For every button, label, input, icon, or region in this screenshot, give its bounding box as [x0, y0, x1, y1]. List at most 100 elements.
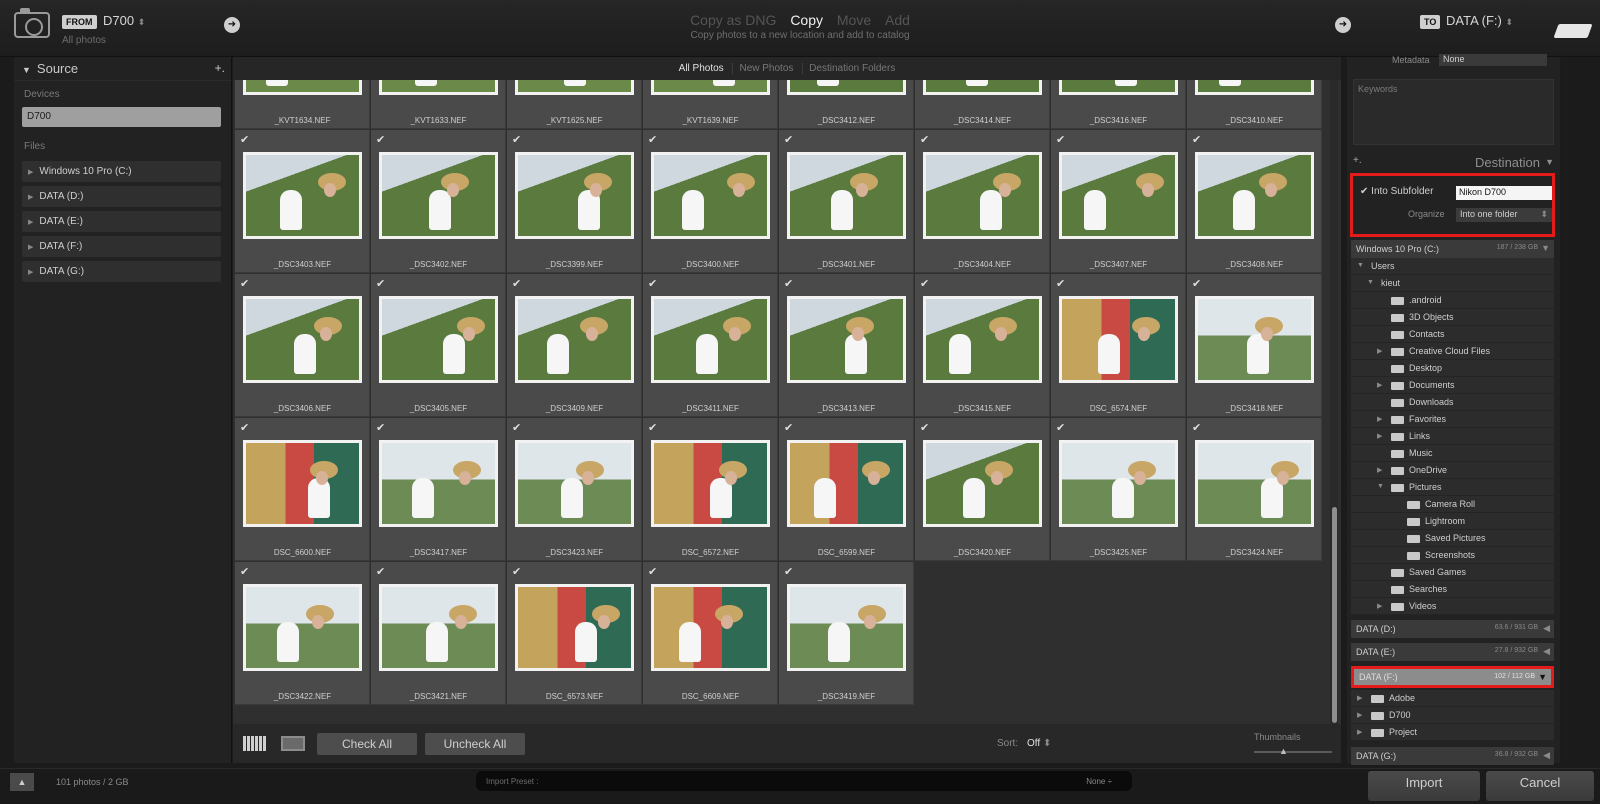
expand-triangle-icon[interactable]: ▶	[1377, 432, 1382, 440]
tab-destination-folders[interactable]: Destination Folders	[802, 63, 902, 74]
folder-row[interactable]: Lightroom	[1351, 513, 1554, 530]
dest-volume-f[interactable]: DATA (F:) 102 / 112 GB ▼	[1351, 666, 1554, 688]
photo-thumbnail[interactable]	[923, 80, 1042, 95]
expand-triangle-icon[interactable]: ◀	[1543, 646, 1550, 657]
photo-cell[interactable]: ✔ _DSC3403.NEF	[235, 130, 370, 273]
photo-thumbnail[interactable]	[1195, 440, 1314, 527]
uncheck-all-button[interactable]: Uncheck All	[425, 733, 525, 755]
photo-thumbnail[interactable]	[379, 80, 498, 95]
tab-new-photos[interactable]: New Photos	[732, 63, 800, 74]
expand-triangle-icon[interactable]: ▶	[28, 244, 33, 251]
folder-row[interactable]: ▶ Creative Cloud Files	[1351, 343, 1554, 360]
mode-copy-as-dng[interactable]: Copy as DNG	[690, 12, 776, 28]
collapse-triangle-icon[interactable]: ▼	[1367, 279, 1374, 286]
collapse-triangle-icon[interactable]: ▼	[1538, 672, 1547, 682]
photo-thumbnail[interactable]	[515, 296, 634, 383]
folder-row[interactable]: ▶ D700	[1351, 707, 1554, 724]
photo-thumbnail[interactable]	[787, 296, 906, 383]
expand-triangle-icon[interactable]: ▶	[1357, 728, 1362, 736]
dest-volume-c[interactable]: Windows 10 Pro (C:) 187 / 238 GB ▼	[1351, 240, 1554, 258]
photo-thumbnail[interactable]	[651, 152, 770, 239]
photo-cell[interactable]: ✔ DSC_6574.NEF	[1051, 274, 1186, 417]
mode-move[interactable]: Move	[837, 12, 871, 28]
photo-thumbnail[interactable]	[651, 296, 770, 383]
folder-row[interactable]: ▶ OneDrive	[1351, 462, 1554, 479]
include-checkbox[interactable]: ✔	[240, 421, 249, 434]
include-checkbox[interactable]: ✔	[920, 133, 929, 146]
photo-thumbnail[interactable]	[923, 440, 1042, 527]
collapse-triangle-icon[interactable]: ▼	[22, 65, 31, 75]
photo-cell[interactable]: _DSC3414.NEF	[915, 80, 1050, 129]
expand-triangle-icon[interactable]: ▶	[1357, 711, 1362, 719]
include-checkbox[interactable]: ✔	[648, 133, 657, 146]
folder-row[interactable]: Saved Games	[1351, 564, 1554, 581]
photo-thumbnail[interactable]	[1195, 296, 1314, 383]
photo-thumbnail[interactable]	[243, 80, 362, 95]
into-subfolder-checkbox[interactable]: ✔ Into Subfolder	[1360, 186, 1433, 197]
photo-thumbnail[interactable]	[1059, 440, 1178, 527]
expand-triangle-icon[interactable]: ▶	[1377, 415, 1382, 423]
expand-triangle-icon[interactable]: ▶	[1357, 694, 1362, 702]
photo-cell[interactable]: ✔ DSC_6572.NEF	[643, 418, 778, 561]
collapse-triangle-icon[interactable]: ▼	[1357, 262, 1364, 269]
folder-row[interactable]: 3D Objects	[1351, 309, 1554, 326]
photo-cell[interactable]: ✔ DSC_6599.NEF	[779, 418, 914, 561]
include-checkbox[interactable]: ✔	[1192, 421, 1201, 434]
photo-cell[interactable]: ✔ _DSC3400.NEF	[643, 130, 778, 273]
photo-thumbnail[interactable]	[651, 440, 770, 527]
photo-thumbnail[interactable]	[1059, 152, 1178, 239]
include-checkbox[interactable]: ✔	[240, 565, 249, 578]
include-checkbox[interactable]: ✔	[512, 277, 521, 290]
photo-cell[interactable]: ✔ _DSC3417.NEF	[371, 418, 506, 561]
folder-row[interactable]: .android	[1351, 292, 1554, 309]
photo-thumbnail[interactable]	[923, 152, 1042, 239]
photo-cell[interactable]: ✔ _DSC3409.NEF	[507, 274, 642, 417]
include-checkbox[interactable]: ✔	[1056, 133, 1065, 146]
photo-thumbnail[interactable]	[1195, 80, 1314, 95]
expand-triangle-icon[interactable]: ▶	[1377, 602, 1382, 610]
mode-add[interactable]: Add	[885, 12, 910, 28]
expand-triangle-icon[interactable]: ▶	[28, 269, 33, 276]
mode-copy[interactable]: Copy	[790, 12, 823, 28]
dest-volume-g[interactable]: DATA (G:) 36.8 / 932 GB ◀	[1351, 747, 1554, 765]
include-checkbox[interactable]: ✔	[376, 565, 385, 578]
include-checkbox[interactable]: ✔	[240, 277, 249, 290]
photo-cell[interactable]: ✔ _DSC3424.NEF	[1187, 418, 1322, 561]
source-volume-f[interactable]: ▶ DATA (F:)	[22, 236, 221, 257]
loupe-view-icon[interactable]	[281, 736, 305, 751]
photo-cell[interactable]: ✔ _DSC3422.NEF	[235, 562, 370, 705]
folder-row[interactable]: ▶ Links	[1351, 428, 1554, 445]
photo-thumbnail[interactable]	[651, 80, 770, 95]
collapse-triangle-icon[interactable]: ▼	[1541, 243, 1550, 253]
expand-triangle-icon[interactable]: ◀	[1543, 750, 1550, 761]
photo-cell[interactable]: _KVT1633.NEF	[371, 80, 506, 129]
photo-cell[interactable]: ✔ _DSC3423.NEF	[507, 418, 642, 561]
subfolder-name-input[interactable]: Nikon D700	[1456, 186, 1552, 200]
right-panel-scrollbar[interactable]	[1562, 57, 1568, 763]
include-checkbox[interactable]: ✔	[376, 277, 385, 290]
collapse-triangle-icon[interactable]: ▼	[1377, 483, 1384, 490]
expand-triangle-icon[interactable]: ▶	[1377, 381, 1382, 389]
photo-thumbnail[interactable]	[379, 440, 498, 527]
slider-knob-icon[interactable]: ▲	[1279, 746, 1288, 756]
photo-thumbnail[interactable]	[515, 584, 634, 671]
photo-cell[interactable]: ✔ _DSC3425.NEF	[1051, 418, 1186, 561]
organize-select[interactable]: Into one folder ⬍	[1456, 208, 1552, 222]
folder-row[interactable]: Saved Pictures	[1351, 530, 1554, 547]
folder-row[interactable]: ▶ Adobe	[1351, 690, 1554, 707]
photo-cell[interactable]: ✔ DSC_6600.NEF	[235, 418, 370, 561]
forward-arrow-icon[interactable]: ➜	[1335, 17, 1351, 33]
dest-volume-d[interactable]: DATA (D:) 63.6 / 931 GB ◀	[1351, 620, 1554, 638]
source-volume-g[interactable]: ▶ DATA (G:)	[22, 261, 221, 282]
include-checkbox[interactable]: ✔	[784, 277, 793, 290]
photo-thumbnail[interactable]	[1059, 80, 1178, 95]
photo-cell[interactable]: ✔ _DSC3421.NEF	[371, 562, 506, 705]
photo-thumbnail[interactable]	[1195, 152, 1314, 239]
photo-thumbnail[interactable]	[651, 584, 770, 671]
collapse-up-icon[interactable]: ▲	[10, 773, 34, 791]
include-checkbox[interactable]: ✔	[376, 133, 385, 146]
photo-cell[interactable]: ✔ DSC_6573.NEF	[507, 562, 642, 705]
folder-row[interactable]: Downloads	[1351, 394, 1554, 411]
thumbnail-size-slider[interactable]	[1254, 751, 1332, 753]
folder-row[interactable]: ▶ Favorites	[1351, 411, 1554, 428]
